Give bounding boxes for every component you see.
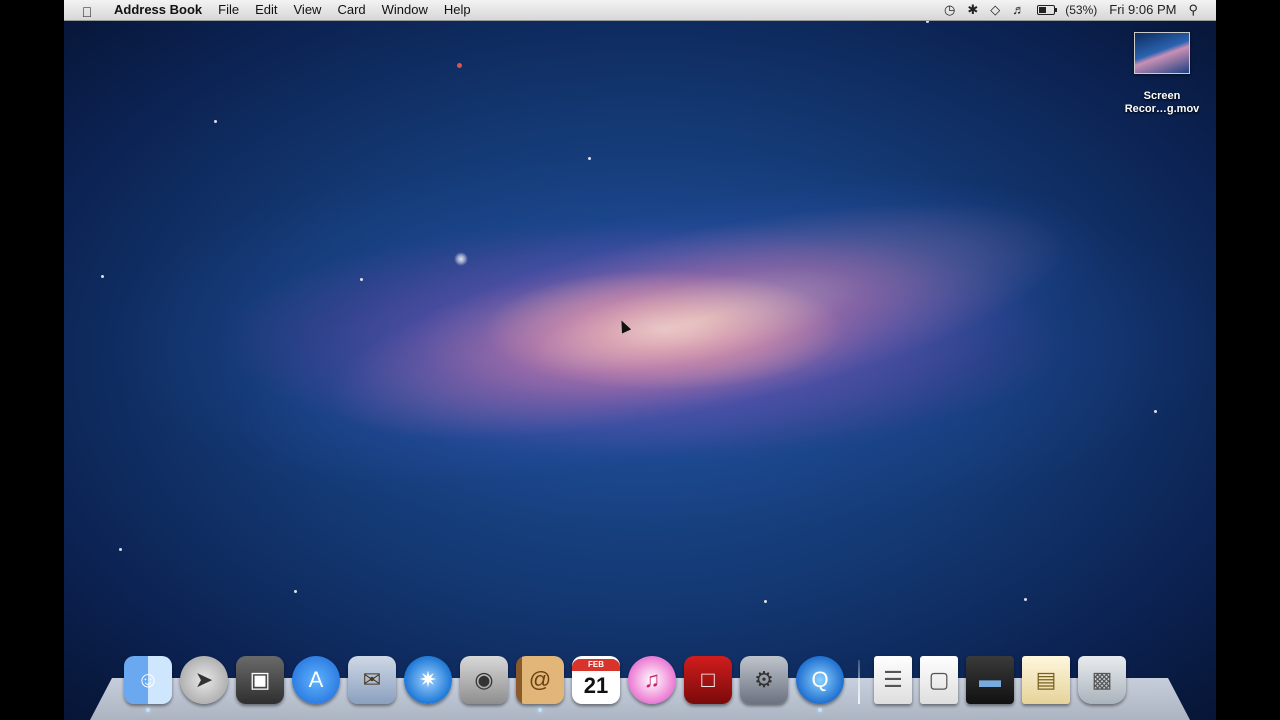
apple-icon[interactable]:  <box>80 2 94 20</box>
trash-icon[interactable]: ▩ <box>1078 656 1126 704</box>
volume-icon[interactable]: ♬ <box>1006 0 1031 20</box>
battery-percent[interactable]: (53%) <box>1059 0 1103 20</box>
running-indicator <box>818 708 822 712</box>
facetime-icon[interactable]: ◉ <box>460 656 508 704</box>
movie-file-icon[interactable] <box>1134 32 1190 74</box>
menu-bar:  Address Book File Edit View Card Windo… <box>64 0 1216 21</box>
wallpaper-star <box>454 252 468 266</box>
system-preferences-icon[interactable]: ⚙ <box>740 656 788 704</box>
menu-app-name[interactable]: Address Book <box>106 0 210 20</box>
folder-icon[interactable]: ▤ <box>1022 656 1070 704</box>
app-store-icon[interactable]: A <box>292 656 340 704</box>
wallpaper-star <box>764 600 767 603</box>
menu-view[interactable]: View <box>286 0 330 20</box>
menu-window[interactable]: Window <box>374 0 436 20</box>
wallpaper-star <box>588 157 591 160</box>
spotlight-icon[interactable]: ⚲ <box>1182 0 1204 20</box>
itunes-icon[interactable]: ♫ <box>628 656 676 704</box>
desktop:  Address Book File Edit View Card Windo… <box>64 0 1216 720</box>
menu-clock[interactable]: Fri 9:06 PM <box>1103 0 1182 20</box>
dock-separator <box>858 660 860 704</box>
desktop-file-label[interactable]: Screen Recor…g.mov <box>1116 90 1208 116</box>
menu-help[interactable]: Help <box>436 0 479 20</box>
ical-month: FEB <box>572 659 620 671</box>
file-label-line2: Recor…g.mov <box>1124 103 1200 115</box>
file-label-line1: Screen <box>1143 90 1181 102</box>
galaxy-wallpaper <box>182 89 1126 571</box>
mail-icon[interactable]: ✉ <box>348 656 396 704</box>
finder-icon[interactable]: ☺ <box>124 656 172 712</box>
menu-file[interactable]: File <box>210 0 247 20</box>
wallpaper-star <box>119 548 122 551</box>
wallpaper-star <box>214 120 217 123</box>
desktop-file-screen-recording[interactable]: Screen Recor…g.mov <box>1116 32 1208 116</box>
time-machine-icon[interactable]: ◷ <box>938 0 961 20</box>
running-indicator <box>146 708 150 712</box>
ical-day: 21 <box>583 673 609 698</box>
wallpaper-star <box>1024 598 1027 601</box>
wifi-icon[interactable]: ◇ <box>984 0 1006 20</box>
device-icon[interactable]: ▬ <box>966 656 1014 704</box>
menu-edit[interactable]: Edit <box>247 0 285 20</box>
preview-icon[interactable]: ▢ <box>920 656 958 704</box>
battery-icon[interactable] <box>1037 5 1058 15</box>
bluetooth-icon[interactable]: ✱ <box>961 0 984 20</box>
wallpaper-star <box>1154 410 1157 413</box>
address-book-icon[interactable]: @ <box>516 656 564 712</box>
photo-booth-icon[interactable]: □ <box>684 656 732 704</box>
launchpad-icon[interactable]: ➤ <box>180 656 228 704</box>
wallpaper-star <box>101 275 104 278</box>
wallpaper-star <box>457 63 462 68</box>
safari-icon[interactable]: ✷ <box>404 656 452 704</box>
quicktime-icon[interactable]: Q <box>796 656 844 712</box>
dock: ☺ ➤ ▣ A ✉ ✷ ◉ @ FEB 21 ♫ □ ⚙ Q ☰ ▢ ▬ ▤ ▩ <box>120 648 1130 712</box>
status-area: ◷ ✱ ◇ ♬ (53%) Fri 9:06 PM ⚲ <box>938 0 1216 20</box>
running-indicator <box>538 708 542 712</box>
photo-icon[interactable]: ▣ <box>236 656 284 704</box>
wallpaper-star <box>294 590 297 593</box>
ical-icon[interactable]: FEB 21 <box>572 656 620 704</box>
wallpaper-star <box>360 278 363 281</box>
document-icon[interactable]: ☰ <box>874 656 912 704</box>
menu-card[interactable]: Card <box>329 0 373 20</box>
